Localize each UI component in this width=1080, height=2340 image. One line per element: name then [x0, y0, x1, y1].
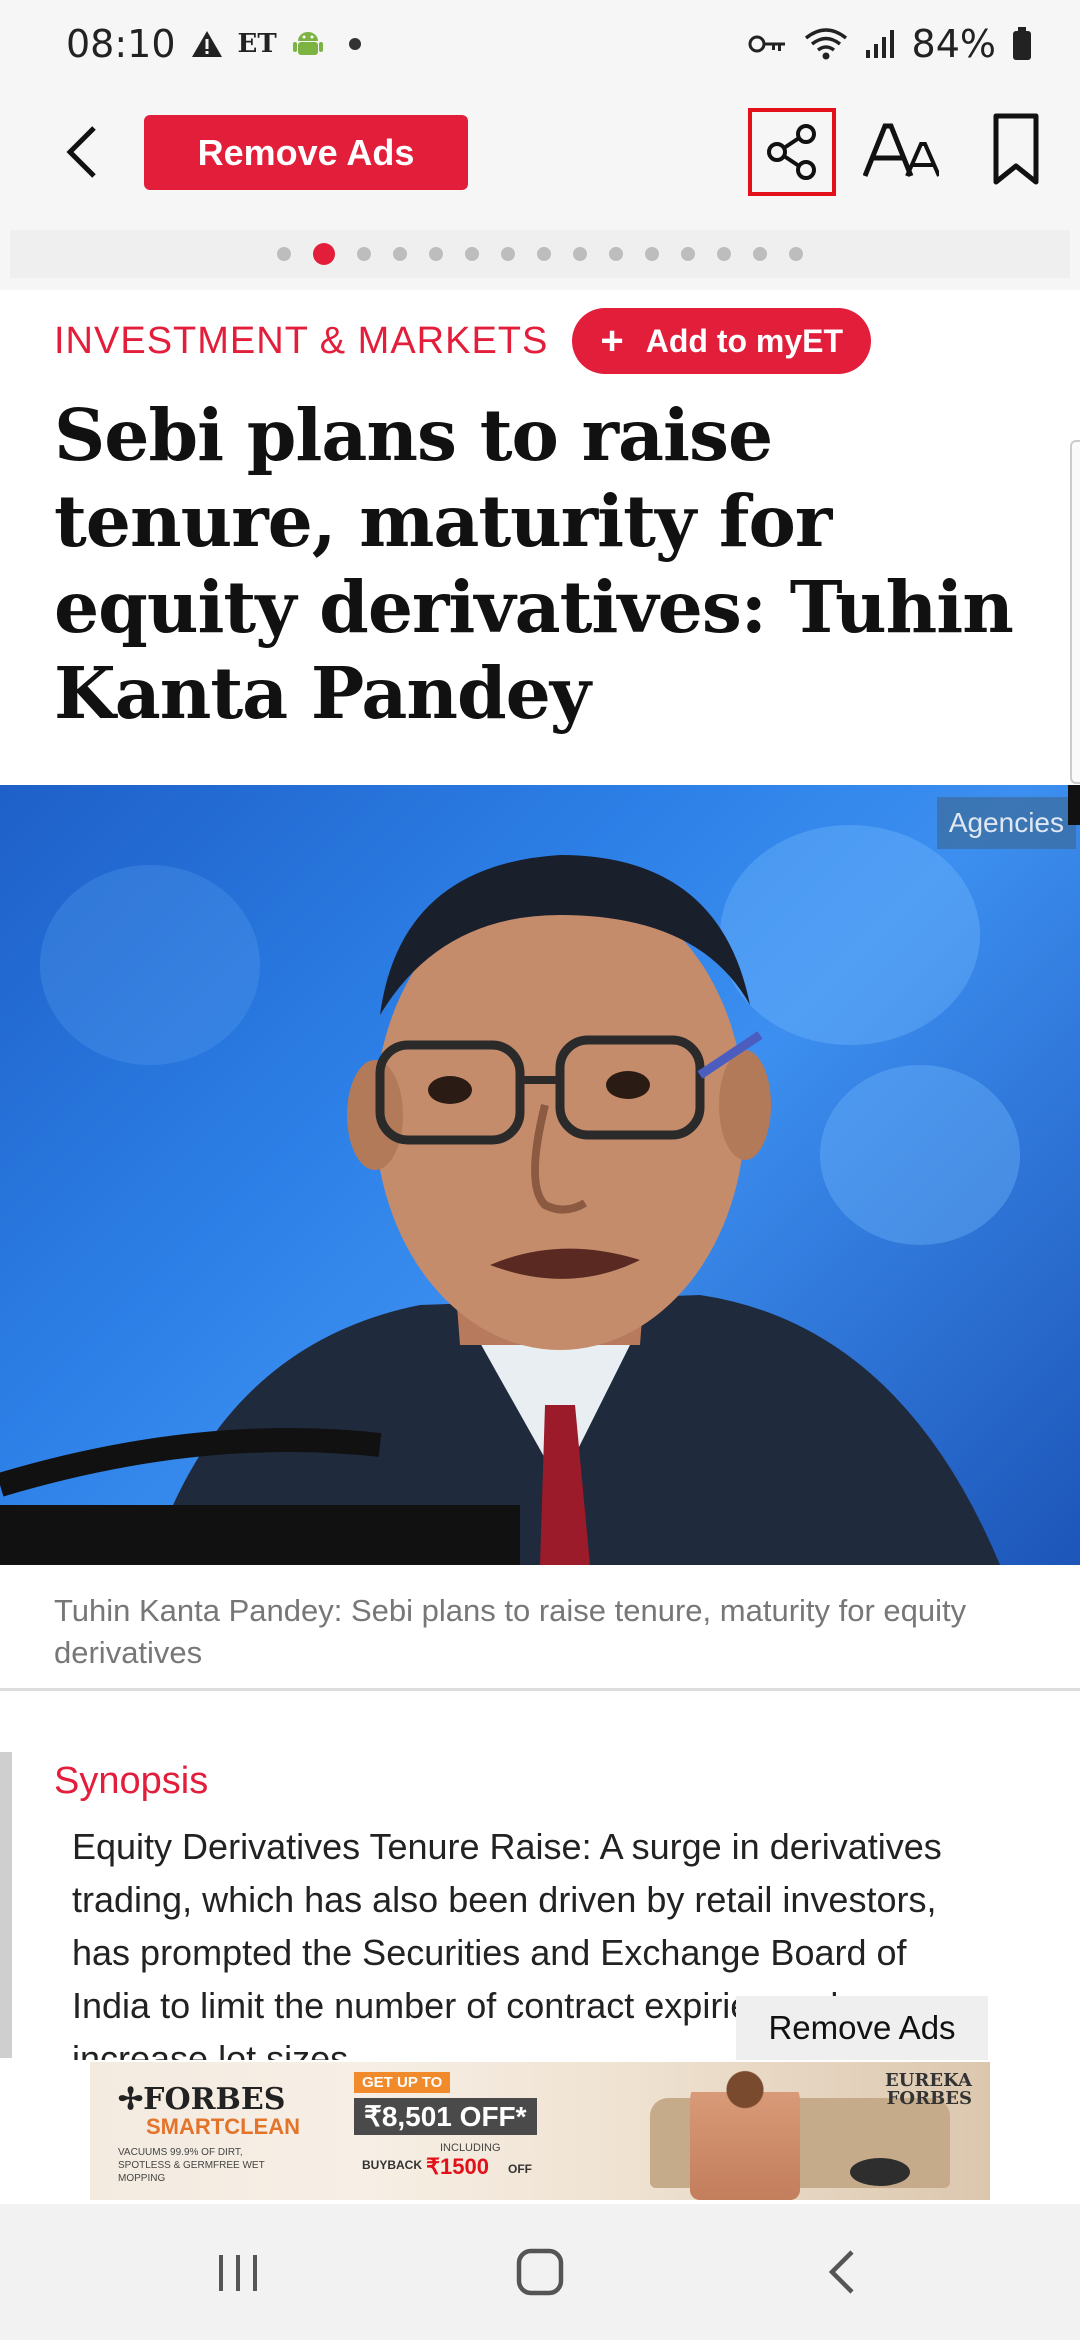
- ad-banner[interactable]: ✢FORBES SMARTCLEAN VACUUMS 99.9% OF DIRT…: [90, 2062, 990, 2200]
- home-icon: [516, 2248, 564, 2296]
- article-hero-image[interactable]: Agencies: [0, 785, 1080, 1565]
- android-icon: [291, 27, 325, 61]
- back-button[interactable]: [56, 118, 108, 186]
- chevron-left-icon: [66, 126, 96, 178]
- pager-dot[interactable]: [681, 247, 695, 261]
- pager-dot[interactable]: [429, 247, 443, 261]
- ad-secondary-logo: EUREKA FORBES: [885, 2070, 972, 2109]
- recents-icon: [219, 2255, 257, 2291]
- plus-icon: +: [600, 319, 624, 363]
- bookmark-icon: [993, 113, 1039, 185]
- synopsis-accent-bar: [0, 1752, 12, 2058]
- ad-brand: ✢FORBES: [118, 2082, 286, 2117]
- article-pager[interactable]: [10, 230, 1070, 278]
- ad-offer: ₹8,501 OFF*: [354, 2098, 537, 2135]
- font-size-button[interactable]: [858, 112, 944, 192]
- divider: [0, 1688, 1080, 1691]
- image-credit: Agencies: [936, 797, 1076, 849]
- vpn-key-icon: [748, 32, 788, 56]
- ad-robot-vacuum-image: [850, 2158, 910, 2186]
- ad-model-image: [690, 2062, 800, 2200]
- warning-icon: [190, 29, 224, 59]
- pager-dot[interactable]: [717, 247, 731, 261]
- et-app-icon: ET: [237, 29, 277, 59]
- article-headline: Sebi plans to raise tenure, maturity for…: [54, 393, 1014, 735]
- add-to-myet-button[interactable]: + Add to myET: [572, 308, 872, 374]
- remove-ads-button[interactable]: Remove Ads: [144, 115, 468, 190]
- pager-dot[interactable]: [537, 247, 551, 261]
- section-row: INVESTMENT & MARKETS + Add to myET: [54, 308, 872, 374]
- ad-buyback-amount: ₹1500: [426, 2154, 489, 2179]
- font-size-icon: [863, 123, 939, 177]
- remove-ads-ad-button[interactable]: Remove Ads: [736, 1996, 988, 2060]
- pager-dot[interactable]: [645, 247, 659, 261]
- image-caption: Tuhin Kanta Pandey: Sebi plans to raise …: [54, 1593, 967, 1670]
- back-icon: [828, 2250, 854, 2294]
- recents-button[interactable]: [198, 2242, 278, 2302]
- ad-get-up-to: GET UP TO: [354, 2072, 451, 2093]
- ad-small-print: VACUUMS 99.9% OF DIRT, SPOTLESS & GERMFR…: [118, 2147, 265, 2184]
- ad-including: INCLUDING: [440, 2142, 501, 2154]
- status-time: 08:10: [66, 22, 176, 66]
- pager-dot[interactable]: [393, 247, 407, 261]
- pager-dot[interactable]: [573, 247, 587, 261]
- pager-dot-active[interactable]: [313, 243, 335, 265]
- pager-dot[interactable]: [789, 247, 803, 261]
- add-to-myet-label: Add to myET: [645, 322, 844, 359]
- pager-dot[interactable]: [753, 247, 767, 261]
- status-bar: 08:10 ET 84%: [0, 0, 1080, 90]
- status-right: 84%: [748, 22, 1032, 66]
- battery-percent: 84%: [911, 22, 996, 66]
- signal-icon: [864, 28, 896, 60]
- pager-dot[interactable]: [277, 247, 291, 261]
- notification-dot-icon: [348, 38, 361, 50]
- ad-sub-brand: SMARTCLEAN: [146, 2114, 300, 2139]
- share-icon: [767, 124, 816, 180]
- edge-panel-marker: [1068, 785, 1080, 825]
- status-left: 08:10 ET: [66, 22, 361, 66]
- system-nav-bar: [0, 2204, 1080, 2340]
- ad-buyback: BUYBACK: [362, 2158, 422, 2172]
- pager-dot[interactable]: [609, 247, 623, 261]
- nav-back-button[interactable]: [802, 2242, 882, 2302]
- pager-dot[interactable]: [465, 247, 479, 261]
- pager-dot[interactable]: [357, 247, 371, 261]
- pager-dot[interactable]: [501, 247, 515, 261]
- bookmark-button[interactable]: [990, 110, 1042, 190]
- battery-icon: [1012, 27, 1032, 61]
- home-button[interactable]: [500, 2242, 580, 2302]
- synopsis-title: Synopsis: [54, 1760, 209, 1802]
- wifi-icon: [804, 26, 848, 62]
- section-label[interactable]: INVESTMENT & MARKETS: [54, 320, 548, 363]
- ad-buyback-off: OFF: [508, 2162, 532, 2176]
- edge-panel-handle[interactable]: [1070, 440, 1080, 784]
- share-button[interactable]: [748, 108, 836, 196]
